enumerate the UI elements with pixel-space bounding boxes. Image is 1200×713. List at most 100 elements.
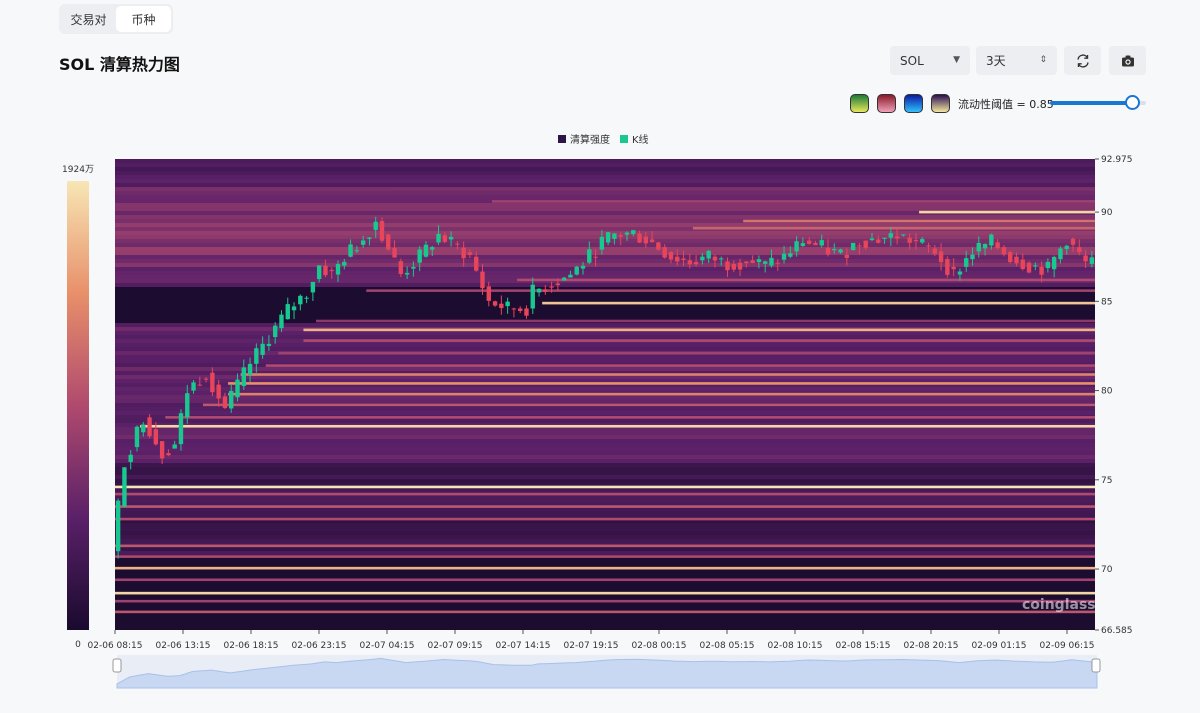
candle-body <box>279 314 284 329</box>
candle-body <box>800 243 806 247</box>
candle-body <box>756 259 762 263</box>
x-tick-label: 02-07 19:15 <box>564 641 619 651</box>
candle-body <box>247 363 253 375</box>
liquidation-band <box>542 301 1095 305</box>
candle-body <box>392 247 397 258</box>
candle-body <box>700 256 705 261</box>
heatmap-layer <box>115 159 1095 555</box>
candle-body <box>398 261 404 274</box>
navigator-handle-left[interactable] <box>112 658 122 673</box>
candle-body <box>882 237 887 239</box>
colorbar <box>67 181 89 630</box>
heat-cell <box>115 419 1095 423</box>
candle-body <box>1051 256 1057 270</box>
candle-body <box>819 240 824 246</box>
x-tick-label: 02-07 09:15 <box>428 641 483 651</box>
candle-body <box>675 256 680 262</box>
candle-body <box>360 240 366 245</box>
heat-cell <box>115 203 1095 207</box>
candle-body <box>291 306 297 311</box>
candle-body <box>411 267 416 269</box>
candle-body <box>574 266 579 275</box>
navigator-handle-right[interactable] <box>1091 658 1101 673</box>
candle-body <box>474 256 479 271</box>
heat-cell <box>115 231 1095 235</box>
candle-body <box>643 236 649 244</box>
candle-body <box>781 253 787 260</box>
candle-body <box>272 325 278 338</box>
candle-body <box>561 277 567 281</box>
heat-cell <box>115 255 1095 259</box>
colorbar-min-label: 0 <box>75 640 81 650</box>
candle-body <box>624 232 630 235</box>
candle-body <box>455 243 460 245</box>
candle-body <box>229 390 234 409</box>
candle-body <box>310 281 316 293</box>
candle-body <box>869 238 875 241</box>
heat-cell <box>115 171 1095 175</box>
candle-body <box>863 240 868 248</box>
candle-body <box>706 250 711 259</box>
liquidation-band <box>115 610 1095 614</box>
candle-body <box>957 271 963 275</box>
candle-body <box>329 270 334 272</box>
candle-body <box>712 256 718 261</box>
candle-body <box>681 258 686 261</box>
heat-cell <box>115 335 1095 339</box>
liquidation-band <box>265 364 1095 367</box>
candle-body <box>386 234 391 250</box>
candle-body <box>888 233 894 238</box>
candle-body <box>511 308 517 310</box>
y-tick-label: 90 <box>1101 208 1113 218</box>
x-tick-label: 02-06 08:15 <box>88 641 143 651</box>
liquidation-heatmap-chart: 1924万 0 coinglass 92.975 90 85 80 75 70 66.585… <box>62 155 1133 689</box>
candle-body <box>178 413 184 445</box>
candle-body <box>222 396 228 408</box>
candle-body <box>254 348 259 364</box>
candle-body <box>593 256 598 258</box>
candle-body <box>982 243 988 249</box>
candle-body <box>1070 238 1076 245</box>
candle-body <box>543 289 548 292</box>
liquidation-band <box>228 382 1095 385</box>
candle-body <box>926 245 931 247</box>
heat-cell <box>115 527 1095 531</box>
candle-body <box>1064 245 1069 249</box>
heat-cell <box>115 531 1095 535</box>
candle-body <box>342 261 347 266</box>
candle-body <box>448 236 454 240</box>
candle-body <box>417 249 422 263</box>
candle-body <box>128 454 133 462</box>
heat-cell <box>115 551 1095 555</box>
heat-cell <box>115 431 1095 435</box>
candle-body <box>122 467 127 507</box>
candle-body <box>995 242 1000 249</box>
range-navigator[interactable] <box>112 655 1101 689</box>
liquidation-band <box>165 416 1095 419</box>
x-tick-label: 02-08 15:15 <box>836 641 891 651</box>
candle-body <box>649 239 655 242</box>
liquidation-band <box>140 424 1095 428</box>
candle-body <box>945 259 950 275</box>
candle-body <box>1001 247 1007 255</box>
candle-body <box>693 262 699 265</box>
liquidation-band <box>366 289 1095 292</box>
candle-body <box>285 304 290 320</box>
candle-body <box>423 244 429 257</box>
heat-cell <box>115 331 1095 335</box>
heat-cell <box>115 547 1095 551</box>
candle-body <box>857 245 862 247</box>
candle-body <box>913 240 919 242</box>
candle-body <box>605 232 611 243</box>
y-tick-label: 92.975 <box>1101 155 1133 165</box>
candle-body <box>536 288 542 293</box>
heat-cell <box>115 395 1095 399</box>
candle-body <box>1077 247 1082 253</box>
liquidation-band <box>240 373 1095 376</box>
candle-body <box>260 343 265 355</box>
candle-body <box>737 262 743 270</box>
heat-cell <box>115 207 1095 211</box>
heat-cell <box>115 159 1095 163</box>
candle-body <box>241 367 246 387</box>
candle-body <box>492 301 498 306</box>
